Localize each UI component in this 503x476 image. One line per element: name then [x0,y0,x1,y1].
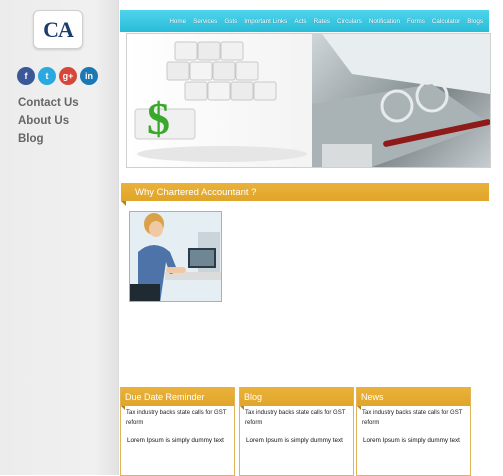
box-header: News [357,387,470,410]
sidebar-link-contact-us[interactable]: Contact Us [18,97,79,109]
sidebar-link-about-us[interactable]: About Us [18,115,79,127]
logo[interactable]: CA [33,10,83,49]
nav-item-forms[interactable]: Forms [407,18,425,25]
box-news-link[interactable]: Tax industry backs state calls for GST r… [245,409,349,428]
box-header-fold [240,406,244,410]
facebook-icon[interactable]: f [17,67,35,85]
sidebar-nav: Contact Us About Us Blog [18,97,79,152]
nav-item-circulars[interactable]: Circulars [337,18,362,25]
box-header: Blog [240,387,353,410]
box-body-text: Lorem Ipsum is simply dummy text [363,437,460,444]
nav-item-notification[interactable]: Notification [369,18,400,25]
section-header-bar: Why Chartered Accountant ? [121,183,489,206]
nav-item-important-links[interactable]: Important Links [244,18,287,25]
nav-item-services[interactable]: Services [193,18,217,25]
box-body-text: Lorem Ipsum is simply dummy text [127,437,224,444]
nav-item-rates[interactable]: Rates [314,18,330,25]
office-desk-illustration [312,34,490,167]
hero-banner: $ [126,33,491,168]
box-body-text: Lorem Ipsum is simply dummy text [246,437,343,444]
banner-puzzle-image: $ [127,34,317,167]
sidebar: CA f t g+ in Contact Us About Us Blog [0,0,119,475]
box-header-fold [357,406,361,410]
box-title: Blog [244,392,263,402]
box-title: Due Date Reminder [125,392,205,402]
section-header-fold [121,201,126,206]
linkedin-icon[interactable]: in [80,67,98,85]
box-news: News Tax industry backs state calls for … [356,387,471,476]
box-header: Due Date Reminder [121,387,234,410]
top-nav: Home Services Gsts Important Links Acts … [120,10,489,32]
logo-text: CA [43,16,74,42]
accountant-photo [129,211,222,302]
banner-office-image [312,34,490,167]
box-news-link[interactable]: Tax industry backs state calls for GST r… [126,409,230,428]
nav-item-gsts[interactable]: Gsts [224,18,237,25]
social-links: f t g+ in [17,67,98,85]
nav-item-acts[interactable]: Acts [294,18,306,25]
sidebar-link-blog[interactable]: Blog [18,133,79,145]
nav-item-calculator[interactable]: Calculator [432,18,460,25]
box-due-date-reminder: Due Date Reminder Tax industry backs sta… [120,387,235,476]
section-title: Why Chartered Accountant ? [135,187,257,198]
box-blog: Blog Tax industry backs state calls for … [239,387,354,476]
google-plus-icon[interactable]: g+ [59,67,77,85]
woman-at-desk-illustration [130,212,221,301]
box-news-link[interactable]: Tax industry backs state calls for GST r… [362,409,466,428]
box-title: News [361,392,384,402]
twitter-icon[interactable]: t [38,67,56,85]
svg-text:$: $ [147,93,170,144]
box-header-fold [121,406,125,410]
nav-item-blogs[interactable]: Blogs [467,18,483,25]
puzzle-dollar-illustration: $ [134,41,307,162]
nav-item-home[interactable]: Home [169,18,186,25]
